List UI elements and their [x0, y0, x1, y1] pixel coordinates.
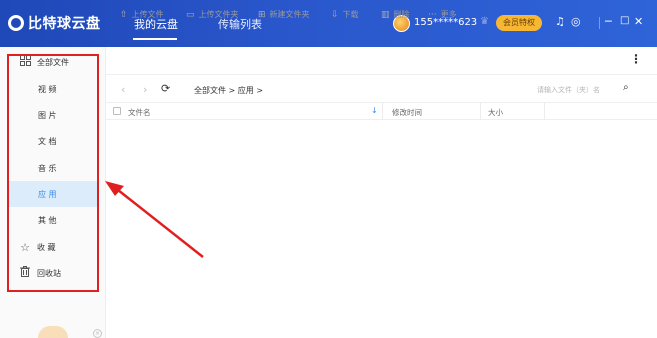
annotation-arrow	[105, 181, 204, 258]
